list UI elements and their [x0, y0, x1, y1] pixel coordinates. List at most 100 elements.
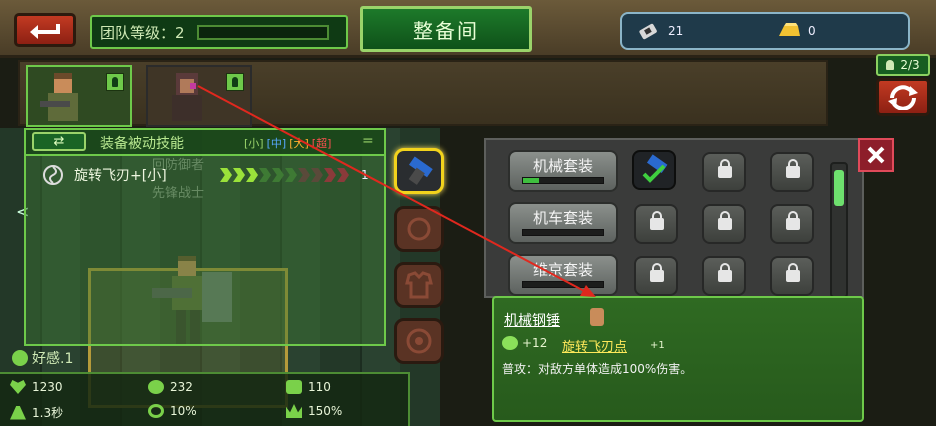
team-count: 2/3 — [900, 58, 920, 72]
chevron-filled — [220, 168, 232, 182]
chevron-filled — [233, 168, 245, 182]
skill-tier-legend: [小] [中] [大] [超] — [244, 135, 331, 151]
stat-attack: 232 — [148, 380, 193, 394]
person-icon — [886, 60, 895, 70]
set-label-motor: 机车套装 — [532, 209, 593, 227]
back-button[interactable] — [14, 13, 76, 47]
chevron-empty — [337, 168, 349, 182]
hero-tray — [18, 60, 828, 127]
helmet-icon — [407, 217, 431, 241]
skill-progress-chevrons — [220, 168, 349, 182]
smile-icon — [12, 350, 28, 366]
helmet-slot[interactable] — [394, 206, 444, 252]
skill-row[interactable]: 旋转飞刃+[小] 1 — [40, 162, 380, 188]
set-progress-motor — [522, 229, 604, 236]
weapon-icon — [408, 156, 433, 185]
lock-icon — [650, 263, 664, 282]
stat-crit-damage: 150% — [286, 404, 342, 418]
team-level-progress-bar — [196, 24, 329, 40]
lock-icon — [718, 159, 732, 178]
locked-slot[interactable] — [634, 204, 678, 244]
close-button[interactable] — [858, 138, 894, 172]
scrollbar-thumb[interactable] — [834, 170, 844, 206]
stat-hp: 1230 — [10, 380, 63, 394]
chevron-empty — [311, 168, 323, 182]
hero-portrait-commando[interactable] — [26, 65, 132, 127]
favor-indicator: 好感.1 — [12, 348, 73, 368]
gold-resource: 0 — [776, 20, 816, 42]
ammo-resource: 21 — [636, 20, 683, 42]
equals-icon: = — [362, 133, 374, 149]
item-skill-plus: +1 — [650, 340, 665, 351]
equipment-item-mech-hammer[interactable] — [632, 150, 676, 190]
item-skill-link[interactable]: 旋转飞刃点 — [562, 336, 627, 355]
gold-bar-icon — [779, 23, 800, 36]
set-label-viking: 维京套装 — [532, 261, 593, 279]
close-icon — [867, 146, 885, 164]
skill-name: 旋转飞刃+[小] — [74, 168, 167, 184]
set-button-motor[interactable]: 机车套装 — [508, 202, 618, 244]
locked-slot[interactable] — [770, 204, 814, 244]
chevron-empty — [324, 168, 336, 182]
ammo-clip-icon — [639, 23, 657, 40]
team-count-badge: 2/3 — [876, 54, 930, 76]
toggle-skill-button[interactable]: ⇄ — [32, 132, 86, 151]
chevron-filled — [246, 168, 258, 182]
hero-stats: 1230 232 110 1.3秒 10% 150% — [0, 372, 410, 426]
target-icon — [148, 404, 164, 418]
equipment-scrollbar[interactable] — [830, 162, 848, 298]
stat-armor: 110 — [286, 380, 331, 394]
lock-icon — [786, 159, 800, 178]
favor-label: 好感.1 — [32, 351, 74, 367]
swap-hero-button[interactable] — [876, 78, 930, 116]
top-bar: 团队等级：2 整备间 21 0 — [0, 0, 936, 58]
stat-crit: 10% — [148, 404, 197, 418]
locked-slot[interactable] — [634, 256, 678, 296]
skill-panel-title: 装备被动技能 — [100, 136, 184, 152]
stat-crit-value: 10% — [170, 404, 197, 418]
girl-avatar — [172, 73, 202, 121]
tier-super: [超] — [311, 137, 332, 150]
heart-icon — [10, 380, 26, 394]
item-boost: +12 — [502, 336, 547, 350]
chevron-empty — [259, 168, 271, 182]
set-label-mech: 机械套装 — [532, 157, 593, 175]
selected-hero-badge — [106, 73, 124, 91]
passive-skill-panel: ⇄ 装备被动技能 [小] [中] [大] [超] = 回防御者 先锋战士 旋转飞… — [24, 128, 386, 346]
set-button-viking[interactable]: 维京套装 — [508, 254, 618, 296]
locked-slot[interactable] — [770, 152, 814, 192]
set-button-mech[interactable]: 机械套装 — [508, 150, 618, 192]
locked-slot[interactable] — [770, 256, 814, 296]
locked-slot[interactable] — [702, 204, 746, 244]
mech-hammer-icon — [642, 154, 668, 183]
chevron-empty — [298, 168, 310, 182]
locked-slot[interactable] — [702, 152, 746, 192]
item-name: 机械钢锤 — [504, 313, 560, 329]
shirt-icon — [405, 271, 433, 299]
accessory-slot[interactable] — [394, 318, 444, 364]
tier-small: [小] — [244, 137, 264, 150]
ammo-count: 21 — [668, 24, 684, 38]
chevron-empty — [285, 168, 297, 182]
radiation-icon — [502, 336, 518, 350]
armor-icon — [286, 380, 302, 394]
team-level-box: 团队等级：2 — [90, 15, 348, 49]
set-progress-mech — [522, 177, 604, 184]
locked-slot[interactable] — [702, 256, 746, 296]
armor-slot[interactable] — [394, 262, 444, 308]
chevron-empty — [272, 168, 284, 182]
skill-count: 1 — [361, 168, 369, 182]
rotate-icon — [888, 85, 918, 110]
tier-medium: [中] — [266, 137, 287, 150]
crown-icon — [286, 404, 302, 418]
lock-icon — [786, 211, 800, 230]
commando-avatar — [40, 73, 78, 121]
hero-portrait-girl[interactable] — [146, 65, 252, 127]
speed-icon — [10, 405, 26, 420]
lock-icon — [718, 211, 732, 230]
stat-speed: 1.3秒 — [10, 404, 63, 421]
stat-armor-value: 110 — [308, 380, 331, 394]
item-description: 普攻：对敌方单体造成100%伤害。 — [502, 362, 693, 376]
boost-value: +12 — [522, 336, 548, 350]
weapon-slot[interactable] — [394, 148, 444, 194]
